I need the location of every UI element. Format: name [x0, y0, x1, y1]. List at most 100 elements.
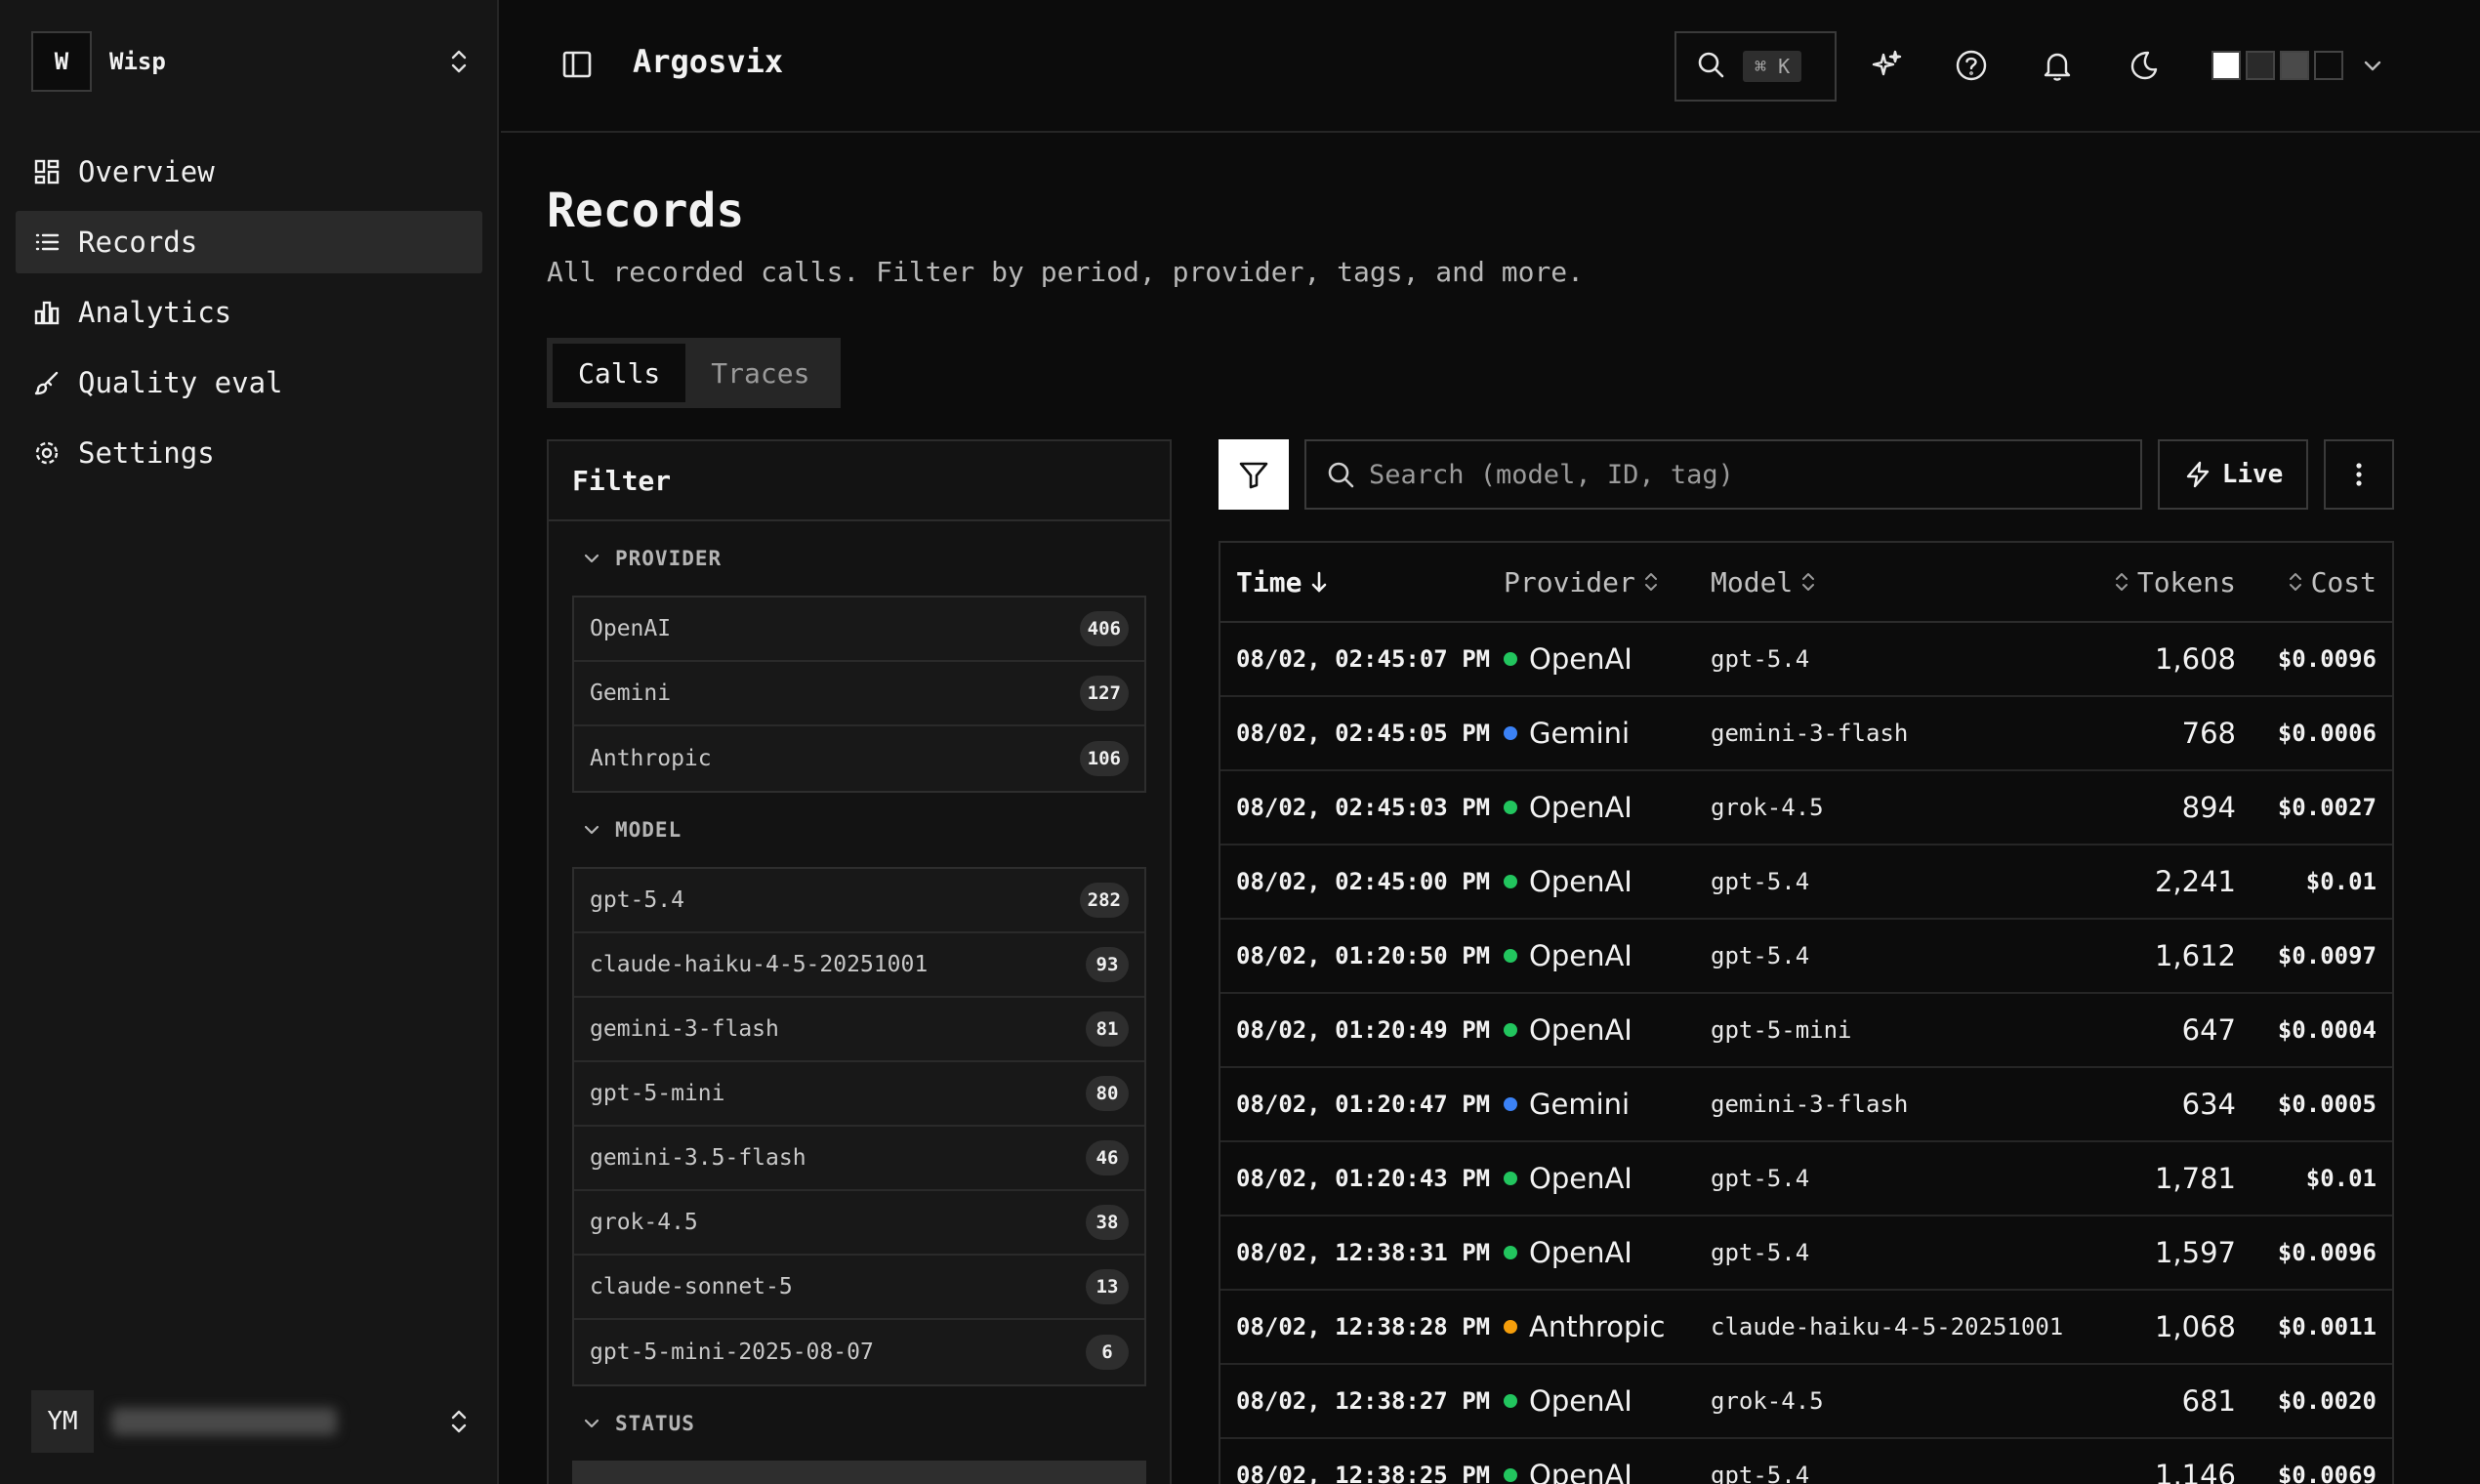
- app-title: Argosvix: [633, 43, 784, 80]
- cell-cost: $0.0005: [2277, 1091, 2377, 1118]
- sidebar-item-quality-eval[interactable]: Quality eval: [16, 351, 482, 414]
- cell-provider: OpenAI: [1504, 939, 1711, 972]
- table-row[interactable]: 08/02, 02:45:03 PM OpenAI grok-4.5 894 $0.00…: [1220, 771, 2392, 845]
- filter-section-header[interactable]: STATUS: [572, 1386, 1146, 1461]
- sidebar-item-overview[interactable]: Overview: [16, 141, 482, 203]
- tab-traces[interactable]: Traces: [685, 344, 835, 402]
- cell-tokens: 1,612: [2154, 939, 2236, 972]
- column-header-tokens[interactable]: Tokens: [2062, 566, 2236, 598]
- search-placeholder: Search (model, ID, tag): [1369, 459, 1734, 490]
- filter-option[interactable]: gemini-3.5-flash 46: [574, 1127, 1144, 1191]
- cell-cost: $0.0027: [2277, 794, 2377, 821]
- filter-option[interactable]: gpt-5-mini 80: [574, 1062, 1144, 1127]
- filter-option-list: gpt-5.4 282 claude-haiku-4-5-20251001 93 gem…: [572, 867, 1146, 1386]
- cell-tokens: 1,068: [2154, 1310, 2236, 1343]
- cell-provider: OpenAI: [1504, 791, 1711, 824]
- column-header-cost[interactable]: Cost: [2236, 566, 2392, 598]
- filter-option[interactable]: grok-4.5 38: [574, 1191, 1144, 1256]
- tab-calls[interactable]: Calls: [553, 344, 686, 402]
- search-input[interactable]: Search (model, ID, tag): [1304, 439, 2142, 510]
- cell-tokens: 634: [2181, 1088, 2236, 1121]
- filter-option-label: gpt-5.4: [590, 887, 684, 913]
- theme-swatch[interactable]: [2246, 51, 2275, 80]
- filter-option-label: OpenAI: [590, 616, 672, 641]
- filter-option[interactable]: gemini-3-flash 81: [574, 998, 1144, 1062]
- live-button[interactable]: Live: [2158, 439, 2308, 510]
- theme-swatch[interactable]: [2211, 51, 2241, 80]
- theme-swatches[interactable]: [2211, 51, 2383, 80]
- filter-section-header[interactable]: PROVIDER: [572, 521, 1146, 596]
- table-row[interactable]: 08/02, 12:38:27 PM OpenAI grok-4.5 681 $0.00…: [1220, 1365, 2392, 1439]
- cell-provider: OpenAI: [1504, 1384, 1711, 1418]
- table-row[interactable]: 08/02, 02:45:05 PM Gemini gemini-3-flash 76…: [1220, 697, 2392, 771]
- filter-section-title: PROVIDER: [615, 547, 723, 570]
- more-options-button[interactable]: [2324, 439, 2394, 510]
- filter-toggle-button[interactable]: [1219, 439, 1289, 510]
- provider-label: OpenAI: [1529, 1236, 1633, 1269]
- search-icon: [1326, 460, 1355, 489]
- filter-section-header[interactable]: MODEL: [572, 793, 1146, 867]
- user-menu[interactable]: YM ████████████████: [31, 1390, 471, 1453]
- count-badge: 13: [1086, 1269, 1129, 1304]
- chevron-down-icon[interactable]: [2362, 55, 2383, 76]
- sidebar-item-label: Records: [78, 226, 198, 259]
- theme-swatch[interactable]: [2280, 51, 2309, 80]
- list-icon: [33, 228, 61, 256]
- provider-label: OpenAI: [1529, 791, 1633, 824]
- sidebar-item-settings[interactable]: Settings: [16, 422, 482, 484]
- cell-tokens: 1,146: [2154, 1459, 2236, 1484]
- table-row[interactable]: 08/02, 01:20:43 PM OpenAI gpt-5.4 1,781 $0.0…: [1220, 1142, 2392, 1216]
- count-badge: 282: [1079, 883, 1129, 918]
- table-row[interactable]: 08/02, 12:38:31 PM OpenAI gpt-5.4 1,597 $0.0…: [1220, 1216, 2392, 1291]
- sparkles-icon[interactable]: [1870, 49, 1903, 82]
- provider-label: OpenAI: [1529, 1459, 1633, 1484]
- table-row[interactable]: 08/02, 01:20:50 PM OpenAI gpt-5.4 1,612 $0.0…: [1220, 920, 2392, 994]
- theme-swatch[interactable]: [2314, 51, 2343, 80]
- filter-section-title: STATUS: [615, 1412, 695, 1435]
- cell-tokens: 894: [2181, 791, 2236, 824]
- workspace-switcher[interactable]: W Wisp: [31, 31, 471, 92]
- command-search-button[interactable]: ⌘ K: [1674, 31, 1837, 102]
- cell-tokens: 768: [2181, 717, 2236, 750]
- panel-toggle-icon[interactable]: [561, 49, 593, 80]
- filter-option[interactable]: gpt-5-mini-2025-08-07 6: [574, 1320, 1144, 1384]
- brush-icon: [33, 369, 61, 396]
- view-tabs: Calls Traces: [547, 338, 842, 408]
- table-row[interactable]: 08/02, 01:20:47 PM Gemini gemini-3-flash 63…: [1220, 1068, 2392, 1142]
- filter-option-list: All639: [572, 1461, 1146, 1484]
- chevrons-up-down-icon: [447, 45, 471, 78]
- provider-status-dot: [1504, 875, 1517, 888]
- cell-time: 08/02, 01:20:47 PM: [1236, 1091, 1491, 1118]
- filter-option[interactable]: All639: [574, 1463, 1144, 1484]
- column-header-time[interactable]: Time: [1220, 566, 1504, 598]
- bell-icon[interactable]: [2041, 49, 2074, 82]
- filter-option[interactable]: Anthropic 106: [574, 726, 1144, 791]
- provider-status-dot: [1504, 949, 1517, 963]
- cell-time: 08/02, 02:45:07 PM: [1236, 645, 1491, 673]
- filter-option[interactable]: claude-haiku-4-5-20251001 93: [574, 933, 1144, 998]
- table-row[interactable]: 08/02, 12:38:25 PM OpenAI gpt-5.4 1,146 $0.0…: [1220, 1439, 2392, 1484]
- help-icon[interactable]: [1955, 49, 1988, 82]
- table-row[interactable]: 08/02, 02:45:00 PM OpenAI gpt-5.4 2,241 $0.0…: [1220, 845, 2392, 920]
- filter-option[interactable]: OpenAI 406: [574, 598, 1144, 662]
- provider-status-dot: [1504, 1097, 1517, 1111]
- cell-cost: $0.0006: [2277, 720, 2377, 747]
- moon-icon[interactable]: [2127, 49, 2160, 82]
- cell-tokens: 1,781: [2154, 1162, 2236, 1195]
- bar-chart-icon: [33, 299, 61, 326]
- table-row[interactable]: 08/02, 12:38:28 PM Anthropic claude-haiku-…: [1220, 1291, 2392, 1365]
- filter-option[interactable]: gpt-5.4 282: [574, 869, 1144, 933]
- table-row[interactable]: 08/02, 02:45:07 PM OpenAI gpt-5.4 1,608 $0.0…: [1220, 623, 2392, 697]
- table-row[interactable]: 08/02, 01:20:49 PM OpenAI gpt-5-mini 647 $0.…: [1220, 994, 2392, 1068]
- provider-label: OpenAI: [1529, 1162, 1633, 1195]
- column-header-model[interactable]: Model: [1711, 566, 2062, 598]
- sidebar-item-analytics[interactable]: Analytics: [16, 281, 482, 344]
- cell-time: 08/02, 02:45:05 PM: [1236, 720, 1491, 747]
- cell-cost: $0.0004: [2277, 1016, 2377, 1044]
- sidebar-item-records[interactable]: Records: [16, 211, 482, 273]
- filter-option[interactable]: Gemini 127: [574, 662, 1144, 726]
- column-header-provider[interactable]: Provider: [1504, 566, 1711, 598]
- provider-label: OpenAI: [1529, 939, 1633, 972]
- filter-option[interactable]: claude-sonnet-5 13: [574, 1256, 1144, 1320]
- cell-model: gpt-5.4: [1711, 1165, 1810, 1192]
